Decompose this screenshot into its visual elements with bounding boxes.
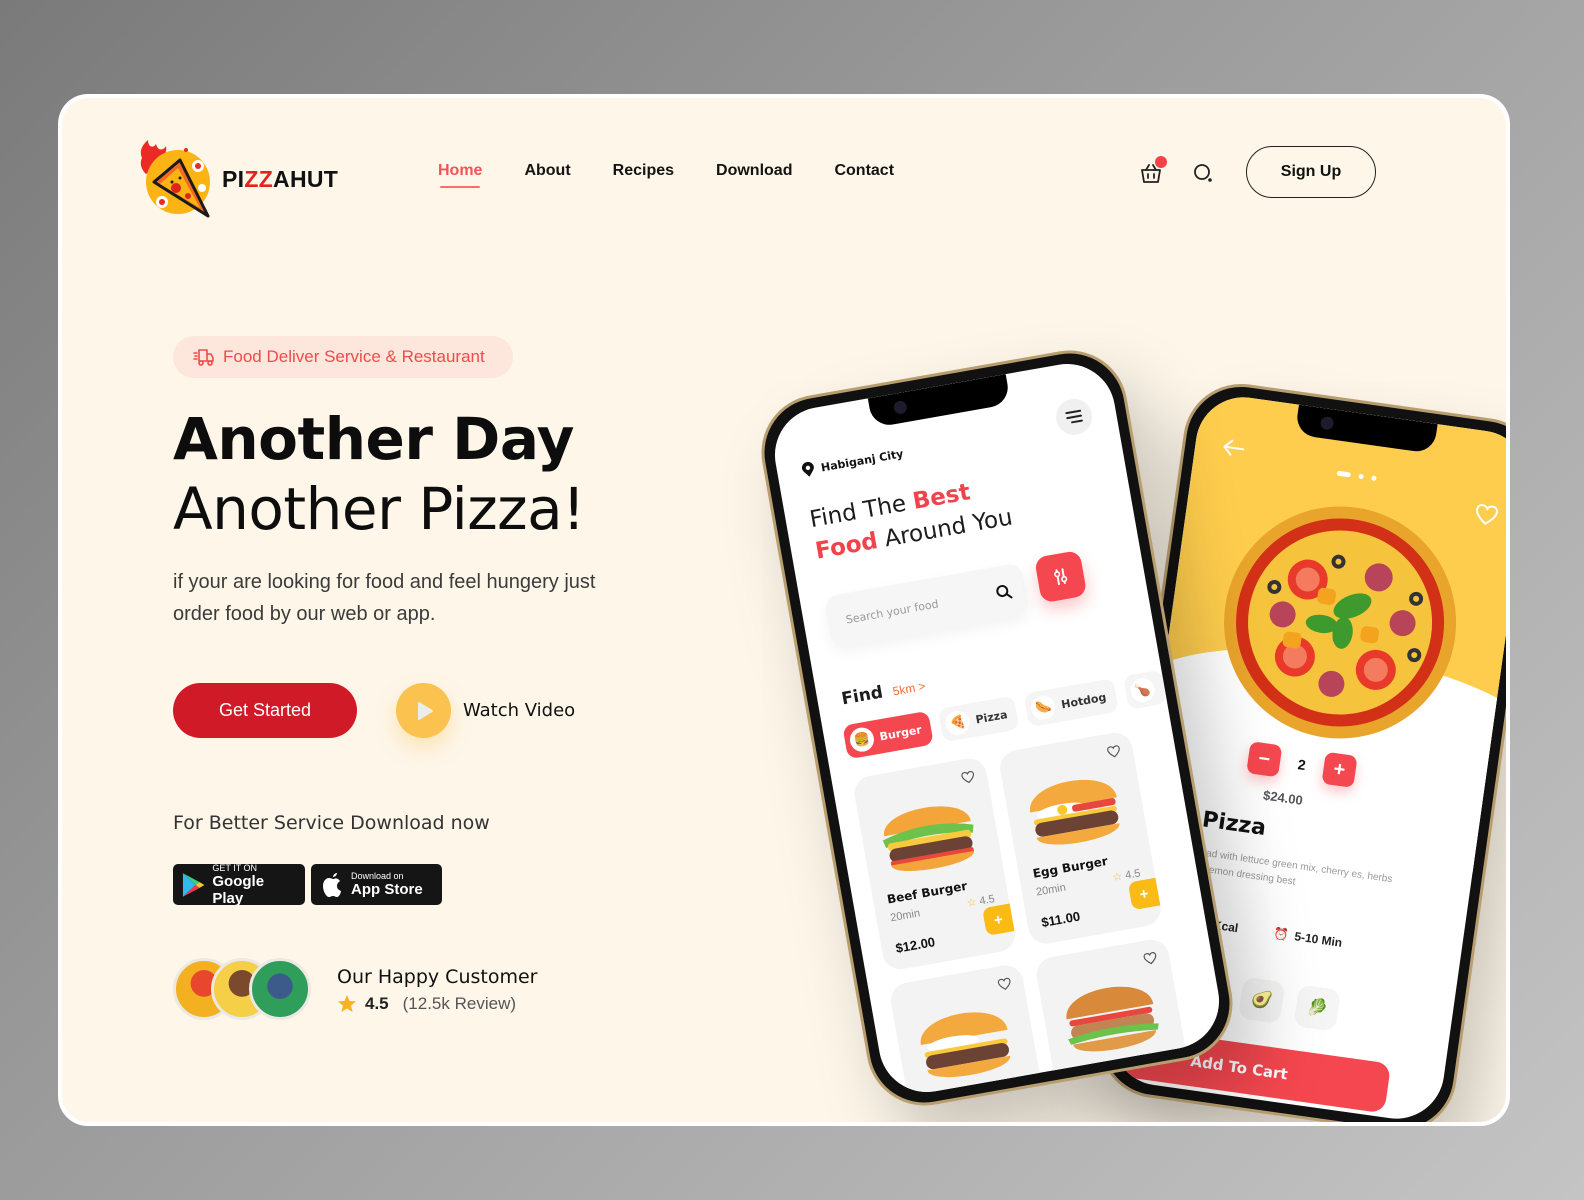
search-button[interactable] [1190, 160, 1216, 186]
play-icon [417, 701, 433, 720]
phone-mockup-home: Habiganj City Find The Best Food Around … [752, 341, 1242, 1115]
location-selector[interactable]: Habiganj City [800, 445, 904, 479]
main-nav: Home About Recipes Download Contact [438, 162, 936, 188]
happy-customers: Our Happy Customer 4.5 (12.5k Review) [173, 958, 537, 1022]
app-store-small: Download on [351, 871, 404, 881]
food-search-input[interactable]: Search your food [823, 562, 1030, 649]
avatar [249, 958, 311, 1020]
category-hotdog[interactable]: 🌭 Hotdog [1023, 678, 1119, 728]
category-pizza[interactable]: 🍕 Pizza [938, 695, 1020, 743]
hero-description: if your are looking for food and feel hu… [173, 571, 596, 625]
sliders-filter-icon [1054, 568, 1068, 586]
add-item-button[interactable]: + [982, 903, 1015, 936]
cart-button[interactable] [1138, 156, 1167, 186]
get-started-button[interactable]: Get Started [173, 683, 357, 738]
nav-about[interactable]: About [524, 162, 570, 186]
google-play-icon [182, 872, 205, 897]
store-badges: GET IT ON Google Play Download on App St… [173, 862, 442, 907]
nav-contact[interactable]: Contact [834, 162, 894, 186]
customer-rating: 4.5 (12.5k Review) [337, 994, 537, 1014]
filter-button[interactable] [1034, 549, 1088, 604]
ingredient-lettuce[interactable]: 🥬 [1293, 984, 1341, 1032]
back-arrow-icon[interactable] [1220, 436, 1247, 459]
nav-home[interactable]: Home [438, 162, 482, 188]
food-name: Egg Burger [1031, 853, 1109, 881]
search-icon [996, 584, 1013, 599]
quantity-value: 2 [1296, 756, 1307, 773]
watch-video-label: Watch Video [463, 700, 576, 721]
pizza-icon: 🍕 [943, 708, 972, 737]
search-icon [1194, 164, 1212, 182]
badge-text: Food Deliver Service & Restaurant [223, 347, 485, 366]
app-store-button[interactable]: Download on App Store [311, 864, 442, 905]
food-time: 20min [889, 907, 921, 925]
food-price: $11.00 [1040, 908, 1082, 931]
pizza-image [1224, 506, 1457, 739]
favorite-heart-icon[interactable] [1473, 502, 1500, 527]
google-play-big: Google Play [212, 872, 265, 907]
ingredient-avocado[interactable]: 🥑 [1238, 976, 1286, 1024]
page-frame: PIZZAHUT Home About Recipes Download Con… [58, 94, 1510, 1126]
google-play-small: GET IT ON [212, 862, 258, 873]
download-title: For Better Service Download now [173, 812, 490, 834]
food-name: Beef Burger [885, 878, 969, 907]
hamburger-menu-icon [1065, 409, 1083, 424]
nav-download[interactable]: Download [716, 162, 792, 186]
find-label: Find [839, 682, 885, 710]
watch-video-button[interactable]: Watch Video [396, 683, 575, 738]
hero-title-line-2: Another Pizza! [173, 475, 585, 543]
category-chicken[interactable]: 🍗 [1122, 669, 1168, 710]
alarm-clock-icon: ⏰ [1272, 926, 1290, 943]
food-card[interactable]: Beef Burger 20min ☆ 4.5 $12.00 + [851, 755, 1018, 973]
header-actions [1138, 156, 1216, 186]
brand-name: PIZZAHUT [222, 165, 339, 192]
search-placeholder: Search your food [844, 596, 940, 626]
play-button[interactable] [396, 683, 451, 738]
sign-up-button[interactable]: Sign Up [1246, 146, 1376, 198]
food-card[interactable]: Egg Burger 20min ☆ 4.5 $11.00 + [997, 730, 1164, 947]
food-grid: Beef Burger 20min ☆ 4.5 $12.00 + Egg Bur… [851, 730, 1200, 1100]
landing-page: PIZZAHUT Home About Recipes Download Con… [62, 98, 1506, 1122]
location-label: Habiganj City [819, 446, 905, 474]
add-item-button[interactable]: + [1127, 877, 1161, 911]
delivery-truck-icon [193, 349, 214, 366]
star-icon [338, 995, 356, 1012]
increase-quantity-button[interactable]: + [1321, 751, 1358, 788]
app-store-big: App Store [351, 881, 423, 898]
nav-recipes[interactable]: Recipes [613, 162, 674, 186]
beef-burger-image [882, 806, 974, 871]
customer-avatars [173, 958, 313, 1022]
category-burger[interactable]: 🍔 Burger [842, 710, 935, 760]
egg-burger-image [920, 1012, 1011, 1078]
google-play-button[interactable]: GET IT ON Google Play [173, 862, 305, 907]
service-badge: Food Deliver Service & Restaurant [173, 336, 513, 378]
brand-logo[interactable]: PIZZAHUT [136, 138, 338, 220]
egg-burger-image [1030, 779, 1120, 845]
chicken-burger-image [1066, 986, 1159, 1052]
pizza-logo-icon [140, 140, 210, 218]
food-card[interactable] [888, 962, 1055, 1100]
hero-title-line-1: Another Day [173, 405, 574, 473]
chicken-leg-icon: 🍗 [1128, 676, 1157, 705]
decrease-quantity-button[interactable]: − [1246, 741, 1283, 778]
star-outline-icon: ☆ [965, 896, 978, 910]
location-pin-icon [802, 461, 814, 477]
app-headline: Find The Best Food Around You [807, 479, 1015, 565]
hotdog-icon: 🌭 [1029, 693, 1058, 722]
burger-icon: 🍔 [848, 725, 876, 754]
time-stat: ⏰ 5-10 Min [1272, 926, 1344, 950]
hero-title: Another Day Another Pizza! [173, 404, 585, 544]
phone-notch [867, 374, 1011, 428]
find-section-header: Find 5km > [840, 675, 927, 709]
review-count: (12.5k Review) [402, 994, 517, 1013]
apple-icon [323, 872, 341, 897]
food-price: $12.00 [894, 934, 937, 956]
distance-filter[interactable]: 5km > [892, 679, 927, 699]
star-outline-icon: ☆ [1111, 870, 1124, 885]
menu-button[interactable] [1053, 396, 1095, 438]
food-time: 20min [1035, 881, 1067, 899]
cart-notification-dot [1155, 156, 1167, 168]
customers-title: Our Happy Customer [337, 966, 538, 988]
rating-value: 4.5 [365, 994, 389, 1013]
